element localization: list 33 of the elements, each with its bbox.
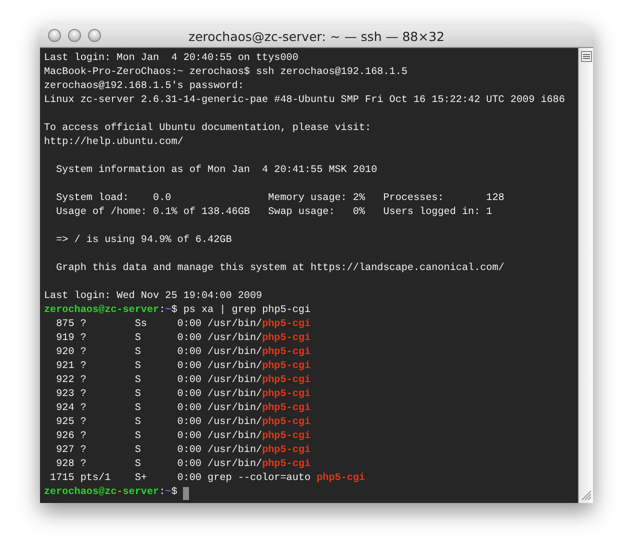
resize-grip-icon[interactable] [580, 490, 592, 501]
terminal-line: 922 ? S 0:00 /usr/bin/php5-cgi [55, 374, 311, 388]
terminal-line: 875 ? Ss 0:00 /usr/bin/php5-cgi [55, 318, 311, 332]
minimize-button[interactable] [68, 29, 81, 42]
terminal-line: 925 ? S 0:00 /usr/bin/php5-cgi [55, 416, 311, 430]
terminal-line: 924 ? S 0:00 /usr/bin/php5-cgi [55, 402, 311, 416]
terminal-line: zerochaos@zc-server:~$ [44, 486, 178, 500]
terminal-line: 926 ? S 0:00 /usr/bin/php5-cgi [55, 430, 311, 444]
terminal-line: 927 ? S 0:00 /usr/bin/php5-cgi [55, 444, 311, 458]
terminal-line: Linux zc-server 2.6.31-14-generic-pae #48-Ubuntu SMP Fri Oct 16 15:22:42 UTC 2009 i686 [44, 94, 565, 108]
terminal-line: => / is using 94.9% of 6.42GB [55, 234, 232, 248]
terminal-line: http://help.ubuntu.com/ [44, 136, 184, 150]
terminal-line: 919 ? S 0:00 /usr/bin/php5-cgi [55, 332, 311, 346]
terminal-line: System information as of Mon Jan 4 20:41:55 MSK 2010 [55, 164, 378, 178]
terminal-line: 921 ? S 0:00 /usr/bin/php5-cgi [55, 360, 311, 374]
terminal-line: 923 ? S 0:00 /usr/bin/php5-cgi [55, 388, 311, 402]
terminal-line: MacBook-Pro-ZeroChaos:~ zerochaos$ ssh zerochaos@192.168.1.5 [44, 66, 408, 80]
terminal-line: zerochaos@192.168.1.5's password: [44, 80, 244, 94]
terminal-line: To access official Ubuntu documentation, please visit: [44, 122, 372, 136]
window-title: zerochaos@zc-server: ~ — ssh — 88×32 [188, 28, 444, 44]
terminal-line: Graph this data and manage this system at https://landscape.canonical.com/ [55, 262, 504, 276]
split-pane-icon[interactable] [580, 51, 592, 62]
terminal-line: System load: 0.0 Memory usage: 2% Processes: 128 [55, 192, 504, 206]
terminal-line: 920 ? S 0:00 /usr/bin/php5-cgi [55, 346, 311, 360]
terminal-line: Usage of /home: 0.1% of 138.46GB Swap usage: 0% Users logged in: 1 [55, 206, 492, 220]
zoom-button[interactable] [88, 29, 101, 42]
terminal-line: Last login: Wed Nov 25 19:04:00 2009 [44, 290, 262, 304]
terminal-line: Last login: Mon Jan 4 20:40:55 on ttys000 [44, 52, 298, 66]
close-button[interactable] [48, 29, 61, 42]
terminal-line: 1715 pts/1 S+ 0:00 grep --color=auto php5-cgi [49, 472, 366, 486]
scrollbar[interactable] [578, 48, 593, 503]
terminal-line: 928 ? S 0:00 /usr/bin/php5-cgi [55, 458, 311, 472]
terminal-line: zerochaos@zc-server:~$ ps xa | grep php5-cgi [44, 304, 311, 318]
